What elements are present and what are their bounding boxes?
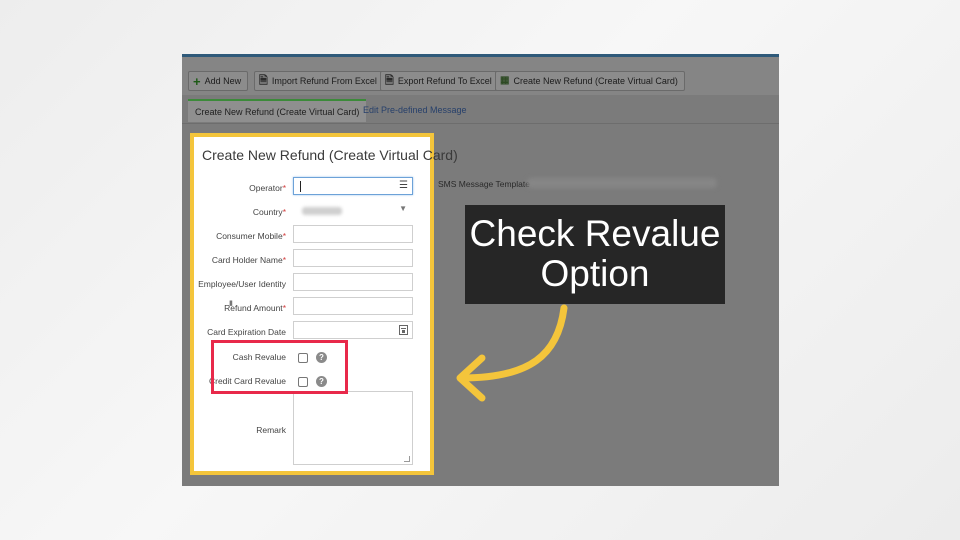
file-icon: 🗎 — [385, 74, 394, 87]
sms-template-label: SMS Message Template — [438, 179, 530, 189]
operator-label: Operator* — [249, 183, 286, 193]
calendar-icon[interactable] — [399, 325, 408, 335]
file-icon: 🗎 — [259, 74, 268, 87]
refund-form-panel: Create New Refund (Create Virtual Card) … — [190, 133, 458, 475]
create-virtual-card-label: Create New Refund (Create Virtual Card) — [513, 76, 678, 86]
curved-arrow-icon — [456, 304, 568, 402]
employee-identity-field[interactable] — [293, 273, 413, 291]
import-refund-label: Import Refund From Excel — [271, 76, 377, 86]
callout-line-1: Check Revalue — [469, 213, 721, 254]
card-expiration-date-label: Card Expiration Date — [207, 327, 286, 337]
employee-identity-label: Employee/User Identity — [198, 279, 286, 289]
callout-line-2: Option — [540, 253, 650, 294]
sms-template-value-blurred — [527, 178, 717, 188]
import-refund-button[interactable]: 🗎 Import Refund From Excel — [254, 71, 384, 91]
refund-amount-label: Refund Amount* — [224, 303, 286, 313]
tab-create-refund[interactable]: Create New Refund (Create Virtual Card) — [188, 99, 367, 122]
create-virtual-card-button[interactable]: ▦ Create New Refund (Create Virtual Card… — [495, 71, 685, 91]
export-refund-button[interactable]: 🗎 Export Refund To Excel — [380, 71, 499, 91]
export-refund-label: Export Refund To Excel — [397, 76, 492, 86]
remark-textarea[interactable] — [293, 391, 413, 465]
excel-card-icon: ▦ — [500, 75, 510, 86]
plus-icon: + — [193, 73, 201, 89]
card-holder-name-label: Card Holder Name* — [211, 255, 286, 265]
text-caret — [300, 181, 301, 192]
remark-label: Remark — [256, 425, 286, 435]
country-label: Country* — [252, 207, 286, 217]
tab-bar: Create New Refund (Create Virtual Card) … — [182, 95, 779, 124]
form-title: Create New Refund (Create Virtual Card) — [202, 147, 458, 163]
country-select[interactable]: ▼ — [293, 201, 413, 219]
refund-amount-field[interactable] — [293, 297, 413, 315]
revalue-options-highlight — [211, 340, 348, 394]
list-icon[interactable]: ☰ — [399, 180, 408, 191]
tab-edit-predefined-message[interactable]: Edit Pre-defined Message — [356, 99, 474, 122]
country-value-blurred — [302, 207, 342, 215]
add-new-button[interactable]: + Add New — [188, 71, 249, 91]
card-expiration-date-field[interactable] — [293, 321, 413, 339]
instruction-callout: Check Revalue Option — [465, 205, 725, 304]
consumer-mobile-label: Consumer Mobile* — [216, 231, 286, 241]
operator-field[interactable]: ☰ — [293, 177, 413, 195]
add-new-label: Add New — [204, 76, 242, 86]
chevron-down-icon: ▼ — [399, 204, 407, 213]
toolbar: + Add New 🗎 Import Refund From Excel 🗎 E… — [182, 57, 779, 95]
card-holder-name-field[interactable] — [293, 249, 413, 267]
consumer-mobile-field[interactable] — [293, 225, 413, 243]
info-icon: ▮ — [229, 300, 233, 307]
